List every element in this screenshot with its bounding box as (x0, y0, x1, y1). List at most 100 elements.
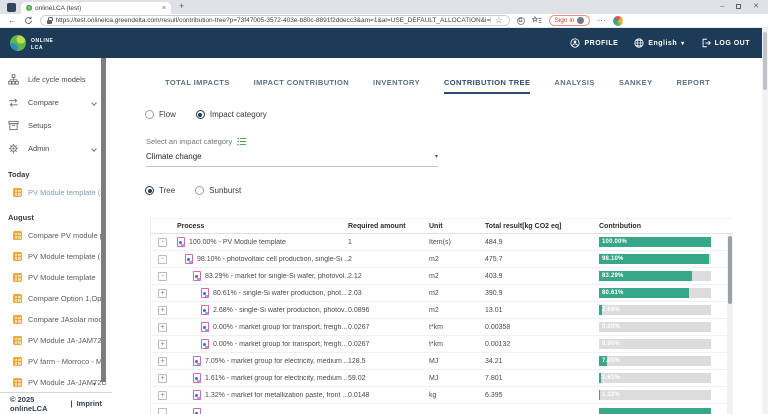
row-expander[interactable]: + (158, 340, 167, 349)
model-icon (13, 252, 22, 261)
total-result: 7.801 (485, 375, 599, 382)
sidebar-item-compare[interactable]: Compare (0, 91, 106, 114)
tab-report[interactable]: REPORT (676, 78, 710, 94)
row-expander[interactable]: + (158, 374, 167, 383)
sidebar-scrollbar-thumb[interactable] (101, 58, 106, 382)
tab-impact-contribution[interactable]: IMPACT CONTRIBUTION (254, 78, 349, 94)
process-name[interactable]: 98.10% - photovoltaic cell production, s… (197, 256, 348, 263)
process-icon (177, 237, 185, 247)
process-name[interactable]: 1.61% - market group for electricity, me… (205, 375, 348, 382)
process-name[interactable]: 80.61% - single-Si wafer production, pho… (213, 290, 347, 297)
required-amount: 2 (348, 256, 429, 263)
radio-icon[interactable] (145, 186, 154, 195)
window-restore-button[interactable] (736, 4, 741, 9)
collections-icon[interactable] (532, 16, 542, 25)
tab-close-icon[interactable]: × (162, 5, 166, 12)
sidebar-scrollbar[interactable] (101, 58, 106, 382)
process-name[interactable]: 0.00% - market group for transport, frei… (213, 341, 347, 348)
back-icon[interactable]: ← (8, 16, 17, 25)
onlinelca-favicon (26, 5, 32, 11)
sidebar-model-item[interactable]: Compare JAsolar modul (0, 309, 106, 330)
category-list-icon[interactable] (237, 137, 247, 146)
sidebar-model-item[interactable]: PV Module JA-JAM72D1 (0, 372, 106, 392)
tab-total-impacts[interactable]: TOTAL IMPACTS (165, 78, 230, 94)
sidebar-model-item[interactable]: PV farm - Morroco - MA (0, 351, 106, 372)
sidebar-item-label: Admin (28, 144, 49, 153)
radio-tree[interactable]: Tree (145, 186, 175, 195)
browser-tab-title: onlineLCA (test) (35, 5, 159, 12)
sidebar-model-item[interactable]: PV Module template (2) (0, 182, 106, 203)
browser-tab[interactable]: onlineLCA (test) × (21, 2, 171, 14)
total-result: 0.00358 (485, 324, 599, 331)
contribution-bar (599, 408, 711, 414)
row-expander[interactable] (158, 408, 167, 414)
row-expander[interactable]: - (158, 272, 167, 281)
imprint-link[interactable]: Imprint (77, 399, 102, 408)
table-scrollbar-thumb[interactable] (728, 236, 732, 304)
browser-menu-icon[interactable]: ⋯ (597, 16, 606, 25)
required-amount: 1 (348, 239, 429, 246)
sidebar-item-setups[interactable]: Setups (0, 114, 106, 137)
bookmark-star-icon[interactable]: ☆ (495, 16, 503, 25)
extension-g-icon[interactable]: G (517, 17, 525, 25)
row-expander[interactable]: + (158, 323, 167, 332)
onlinelca-logo[interactable]: onlinelca (10, 35, 54, 51)
unit: t*km (429, 341, 485, 348)
contribution-label: 0.00% (602, 341, 620, 347)
new-tab-button[interactable]: + (179, 2, 184, 11)
process-name[interactable]: 7.05% - market group for electricity, me… (205, 358, 348, 365)
url-text: https://test.onlinelca.greendelta.com/re… (56, 17, 491, 24)
row-expander[interactable]: + (158, 289, 167, 298)
sidebar-item-admin[interactable]: Admin (0, 137, 106, 160)
row-expander[interactable]: + (158, 306, 167, 315)
model-icon (13, 378, 22, 387)
sidebar-model-item[interactable]: PV Module JA-JAM72D1 (0, 330, 106, 351)
sidebar-model-item[interactable]: PV Module template (1) (0, 246, 106, 267)
reload-icon[interactable] (24, 16, 33, 25)
window-close-button[interactable]: ✕ (753, 3, 759, 10)
tab-sankey[interactable]: SANKEY (619, 78, 653, 94)
sidebar-item-life-cycle-models[interactable]: Life cycle models (0, 68, 106, 91)
page-scrollbar-thumb[interactable] (763, 32, 767, 90)
sidebar-scroll-more-icon[interactable]: ▾ (93, 381, 96, 388)
tab-contribution-tree[interactable]: CONTRIBUTION TREE (444, 78, 530, 94)
impact-category-select[interactable]: Climate change ▾ (146, 152, 438, 167)
row-expander[interactable]: + (158, 357, 167, 366)
process-name[interactable]: 100.00% - PV Module template (189, 239, 286, 246)
sign-in-button[interactable]: Sign in (549, 15, 591, 26)
process-name[interactable]: 83.29% - market for single-Si wafer, pho… (205, 273, 348, 280)
radio-impact-category[interactable]: Impact category (196, 110, 267, 119)
sidebar-model-item[interactable]: PV Module template (0, 267, 106, 288)
process-name[interactable]: 1.32% - market for metallization paste, … (205, 392, 348, 399)
radio-icon[interactable] (196, 110, 205, 119)
workspace-icon[interactable] (7, 3, 16, 12)
model-icon (13, 357, 22, 366)
row-expander[interactable]: + (158, 391, 167, 400)
profile-button[interactable]: PROFILE (570, 38, 618, 48)
page-scrollbar[interactable] (762, 28, 768, 414)
radio-sunburst[interactable]: Sunburst (195, 186, 241, 195)
language-button[interactable]: English ▾ (634, 38, 684, 48)
radio-icon[interactable] (195, 186, 204, 195)
logout-button[interactable]: LOG OUT (701, 38, 750, 48)
chevron-down-icon: ▾ (681, 40, 685, 47)
table-scrollbar[interactable] (727, 234, 733, 414)
browser-tabstrip: onlineLCA (test) × + – ✕ (0, 0, 768, 14)
tab-analysis[interactable]: ANALYSIS (554, 78, 594, 94)
process-name[interactable]: 0.00% - market group for transport, frei… (213, 324, 347, 331)
tab-inventory[interactable]: INVENTORY (373, 78, 420, 94)
profile-avatar[interactable] (613, 16, 623, 26)
sidebar-footer: © 2025 onlineLCA | Imprint (0, 392, 112, 414)
process-name[interactable]: 2.68% - single-Si wafer production, phot… (213, 307, 348, 314)
model-icon (13, 231, 22, 240)
sidebar-item-label: Compare (28, 98, 59, 107)
window-minimize-button[interactable]: – (720, 3, 724, 10)
sidebar-model-item[interactable]: Compare PV module pro (0, 225, 106, 246)
radio-icon[interactable] (145, 110, 154, 119)
url-bar[interactable]: https://test.onlinelca.greendelta.com/re… (40, 15, 510, 26)
radio-flow[interactable]: Flow (145, 110, 176, 119)
sidebar-model-item[interactable]: Compare Option 1,Optio (0, 288, 106, 309)
model-item-label: PV farm - Morroco - MA (28, 357, 106, 366)
row-expander[interactable]: - (158, 238, 167, 247)
row-expander[interactable]: - (158, 255, 167, 264)
